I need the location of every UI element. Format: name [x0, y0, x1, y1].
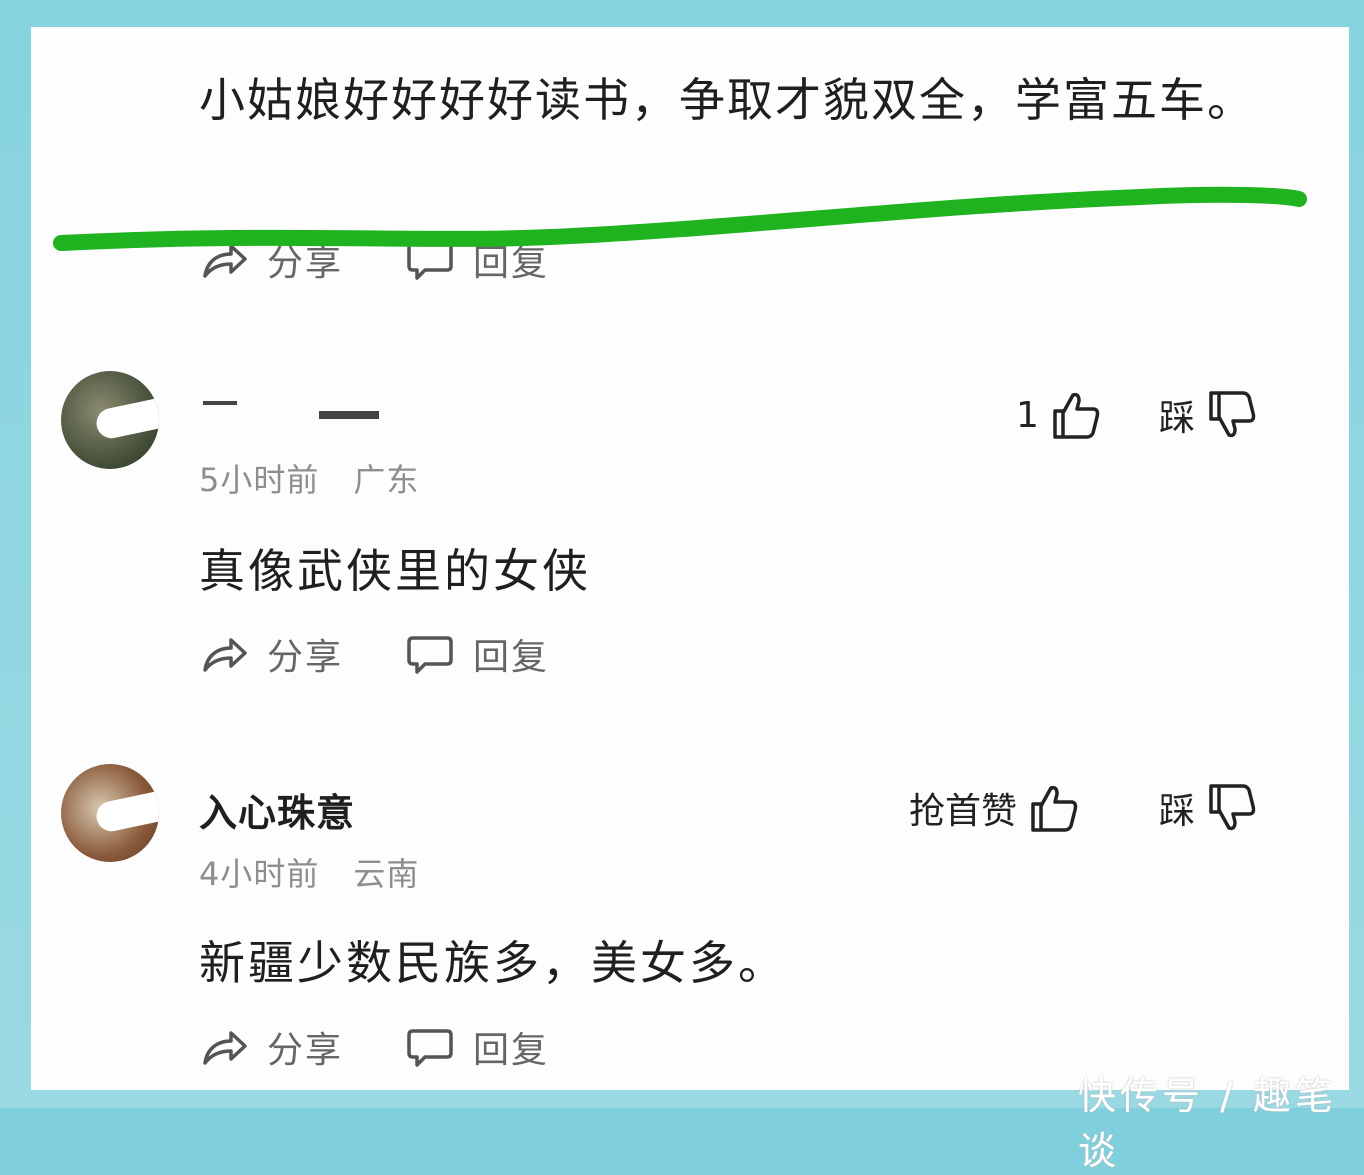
share-button[interactable]: 分享 — [199, 1021, 343, 1073]
comment-meta: 5小时前 广东 — [199, 455, 419, 501]
avatar[interactable] — [61, 371, 159, 469]
thumbs-up-icon[interactable] — [1027, 780, 1083, 836]
comment-location: 广东 — [353, 461, 420, 499]
dislike-control[interactable]: 踩 — [1159, 387, 1261, 443]
thumbs-down-icon[interactable] — [1205, 780, 1261, 836]
dislike-control[interactable]: 踩 — [1159, 780, 1261, 836]
comment-time: 4小时前 — [199, 855, 320, 893]
redaction-blot — [93, 395, 159, 441]
redacted-username — [203, 401, 379, 419]
dislike-label: 踩 — [1159, 791, 1196, 832]
redaction-blot — [93, 788, 159, 834]
share-button[interactable]: 分享 — [199, 628, 343, 680]
share-arrow-icon — [203, 1031, 247, 1065]
like-label: 抢首赞 — [909, 791, 1018, 832]
comment-location: 云南 — [353, 855, 420, 893]
comment-actions: 分享 回复 — [199, 629, 611, 679]
reply-button[interactable]: 回复 — [405, 628, 549, 680]
share-label: 分享 — [267, 1030, 344, 1071]
thumbs-down-icon[interactable] — [1205, 387, 1261, 443]
reply-button[interactable]: 回复 — [405, 1021, 549, 1073]
speech-bubble-icon — [407, 1029, 453, 1067]
like-control[interactable]: 抢首赞 — [909, 780, 1083, 836]
thumbs-up-icon[interactable] — [1049, 387, 1105, 443]
reply-label: 回复 — [473, 637, 550, 678]
dislike-label: 踩 — [1159, 398, 1196, 439]
comment-actions: 分享 回复 — [199, 1022, 611, 1072]
speech-bubble-icon — [407, 636, 453, 674]
avatar[interactable] — [61, 764, 159, 862]
comment-meta: 4小时前 云南 — [199, 849, 419, 895]
username[interactable]: 入心珠意 — [199, 782, 355, 837]
share-arrow-icon — [203, 638, 247, 672]
comment-text: 新疆少数民族多，美女多。 — [199, 936, 787, 990]
reply-label: 回复 — [473, 1030, 550, 1071]
comment-list-card: 小姑娘好好好好读书，争取才貌双全，学富五车。 分享 回复 5小时前 广东 1 踩… — [31, 27, 1349, 1090]
green-highlight-stroke — [53, 186, 1307, 251]
comment-text: 真像武侠里的女侠 — [199, 544, 591, 598]
watermark: 快传号 / 趣笔谈 — [1078, 1074, 1337, 1173]
like-control[interactable]: 1 — [1016, 387, 1105, 443]
like-count: 1 — [1016, 394, 1039, 436]
share-label: 分享 — [267, 637, 344, 678]
comment-time: 5小时前 — [199, 461, 320, 499]
